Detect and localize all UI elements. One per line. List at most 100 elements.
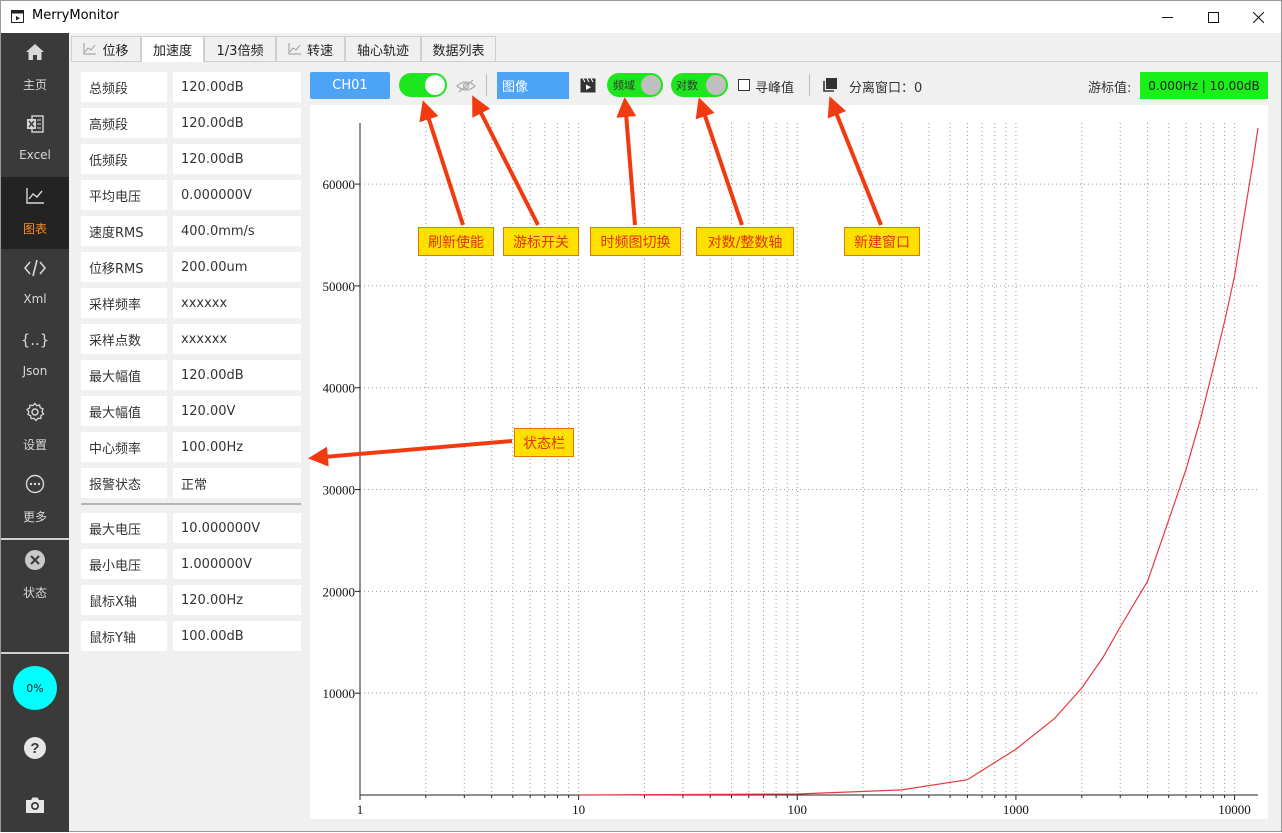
stat-label: 高频段: [81, 108, 167, 138]
stat-label: 最小电压: [81, 549, 167, 579]
stat-label: 鼠标Y轴: [81, 621, 167, 651]
code-icon: [24, 257, 46, 279]
stat-value: 100.00Hz: [173, 432, 301, 462]
stat-label: 位移RMS: [81, 252, 167, 282]
sidebar-item-label: Excel: [19, 148, 51, 162]
tab-speed[interactable]: 转速: [276, 36, 345, 61]
chart-icon: [24, 185, 46, 207]
cursor-value: 0.000Hz | 10.00dB: [1140, 72, 1268, 99]
stat-label: 最大电压: [81, 513, 167, 543]
copy-window-icon[interactable]: [822, 77, 838, 93]
video-icon[interactable]: [580, 78, 596, 93]
stat-label: 总频段: [81, 72, 167, 102]
minimize-icon: [1161, 16, 1173, 18]
tab-acceleration[interactable]: 加速度: [141, 36, 204, 62]
view-mode-select[interactable]: 图像: [497, 72, 569, 99]
sidebar-item-status[interactable]: 状态: [1, 541, 69, 613]
help-icon[interactable]: ?: [23, 736, 47, 760]
x-tick-label: 1: [357, 802, 364, 817]
peak-label: 寻峰值: [755, 81, 795, 96]
stat-value: 120.00V: [173, 396, 301, 426]
line-chart-icon: [288, 43, 301, 55]
title-bar: MerryMonitor: [1, 1, 1281, 33]
eye-off-icon[interactable]: [456, 78, 476, 94]
tab-label: 位移: [102, 43, 129, 59]
tab-label: 1/3倍频: [216, 43, 264, 59]
sidebar-item-label: 更多: [22, 510, 47, 524]
spectrum-chart[interactable]: 1 10 100 1000 10000 10000 20000 30000 40000 50000…: [310, 105, 1268, 819]
sidebar-item-excel[interactable]: Excel: [1, 105, 69, 177]
tab-label: 数据列表: [432, 43, 485, 59]
stat-value: xxxxxx: [173, 324, 301, 354]
camera-icon[interactable]: [23, 793, 47, 817]
stat-value: 120.00dB: [173, 108, 301, 138]
tab-third-octave[interactable]: 1/3倍频: [204, 36, 276, 61]
sidebar-item-json[interactable]: {..} Json: [1, 321, 69, 393]
sidebar-divider: [1, 652, 69, 654]
line-chart-icon: [83, 43, 97, 55]
sidebar-item-home[interactable]: 主页: [1, 33, 69, 105]
gear-icon: [24, 401, 46, 423]
close-icon: [1252, 11, 1264, 23]
refresh-toggle[interactable]: [399, 73, 447, 97]
stat-label: 中心频率: [81, 432, 167, 462]
stat-label: 报警状态: [81, 468, 167, 498]
detach-window-count: 分离窗口：0: [849, 81, 923, 96]
sidebar-item-more[interactable]: 更多: [1, 465, 69, 537]
axis-toggle[interactable]: 对数: [671, 73, 728, 97]
annotation-axis-mode: 对数/整数轴: [696, 227, 794, 256]
stat-label: 低频段: [81, 144, 167, 174]
sidebar-item-chart[interactable]: 图表: [1, 177, 69, 249]
y-tick-label: 40000: [323, 381, 356, 396]
minimize-button[interactable]: [1144, 1, 1190, 33]
sidebar-divider: [1, 538, 69, 540]
stat-value: xxxxxx: [173, 288, 301, 318]
app-logo-icon: [11, 10, 24, 23]
tab-axis-orbit[interactable]: 轴心轨迹: [345, 36, 421, 61]
sidebar-item-label: Xml: [23, 292, 47, 306]
sidebar: 主页 Excel 图表 Xml {..} Json 设置 更多 状态 0% ?: [1, 33, 69, 832]
annotation-status-bar: 状态栏: [514, 428, 574, 457]
sidebar-item-settings[interactable]: 设置: [1, 393, 69, 465]
y-tick-label: 60000: [323, 177, 356, 192]
sidebar-item-label: 主页: [22, 78, 47, 92]
stat-value: 200.00um: [173, 252, 301, 282]
tab-data-list[interactable]: 数据列表: [421, 36, 496, 61]
y-tick-label: 20000: [323, 584, 356, 599]
maximize-button[interactable]: [1190, 1, 1236, 33]
chart-area[interactable]: 1 10 100 1000 10000 10000 20000 30000 40000 50000…: [310, 105, 1268, 819]
stat-value: 正常: [173, 468, 301, 498]
peak-checkbox[interactable]: [738, 79, 750, 91]
stat-label: 平均电压: [81, 180, 167, 210]
toggle-label: 频域: [613, 79, 635, 92]
sidebar-item-xml[interactable]: Xml: [1, 249, 69, 321]
x-tick-label: 10000: [1218, 802, 1251, 817]
more-icon: [24, 473, 46, 495]
channel-button[interactable]: CH01: [310, 72, 390, 99]
domain-toggle[interactable]: 频域: [607, 73, 663, 97]
stat-value: 120.00Hz: [173, 585, 301, 615]
cursor-label: 游标值:: [1088, 81, 1132, 96]
toggle-knob: [641, 75, 661, 95]
annotation-time-freq: 时频图切换: [590, 227, 681, 256]
excel-icon: [24, 113, 46, 135]
stat-value: 120.00dB: [173, 360, 301, 390]
stat-value: 120.00dB: [173, 72, 301, 102]
stat-value: 10.000000V: [173, 513, 301, 543]
x-tick-label: 10: [572, 802, 585, 817]
progress-indicator: 0%: [13, 666, 57, 710]
stat-label: 采样点数: [81, 324, 167, 354]
annotation-refresh: 刷新使能: [418, 227, 494, 256]
toolbar-separator: [809, 74, 810, 96]
toggle-knob: [706, 75, 726, 95]
tab-displacement[interactable]: 位移: [71, 36, 141, 61]
stat-value: 100.00dB: [173, 621, 301, 651]
tab-label: 轴心轨迹: [356, 43, 409, 59]
close-button[interactable]: [1235, 1, 1281, 33]
stat-label: 最大幅值: [81, 360, 167, 390]
svg-text:?: ?: [30, 740, 39, 757]
sidebar-item-label: 设置: [22, 438, 47, 452]
sidebar-item-label: Json: [22, 364, 48, 378]
stat-value: 1.000000V: [173, 549, 301, 579]
annotation-new-window: 新建窗口: [844, 227, 920, 256]
